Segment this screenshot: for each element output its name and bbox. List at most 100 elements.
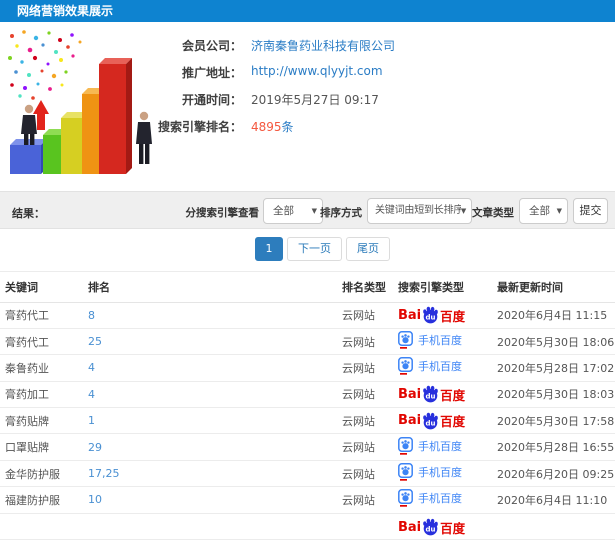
rank-link[interactable]: 1 <box>88 414 95 427</box>
rank-link[interactable]: 17,25 <box>88 467 120 480</box>
rank-type-cell: 云网站 <box>342 407 398 435</box>
engine-cell: Bai du 百度 <box>398 302 497 329</box>
rank-type-cell: 云网站 <box>342 328 398 356</box>
engine-cell: 手机百度 <box>398 486 497 514</box>
rank-type-cell: 云网站 <box>342 433 398 461</box>
mobile-baidu-icon <box>398 331 413 349</box>
updated-cell: 2020年5月30日 17:58 <box>497 407 615 435</box>
pagination: 1 下一页 尾页 <box>255 237 390 261</box>
member-company-label: 会员公司： <box>181 39 242 53</box>
rank-type-cell: 云网站 <box>342 381 398 409</box>
keyword-cell: 膏药贴牌 <box>0 407 88 435</box>
filter-bar: 结果： 分搜索引擎查看 全部 ▼ 排序方式 关键词由短到长排序 ▼ 文章类型 全部 ▼… <box>0 191 615 229</box>
rank-link[interactable]: 29 <box>88 441 102 454</box>
last-page-button[interactable]: 尾页 <box>346 237 390 261</box>
submit-button[interactable]: 提交 <box>573 198 608 224</box>
page-title: 网络营销效果展示 <box>17 4 114 18</box>
engine-cell: 手机百度 <box>398 354 497 382</box>
col-rank: 排名 <box>88 271 342 303</box>
svg-text:du: du <box>426 314 436 322</box>
rank-link[interactable]: 4 <box>88 361 95 374</box>
updated-cell: 2020年5月30日 18:06 <box>497 328 615 356</box>
promo-url-label: 推广地址： <box>181 66 242 80</box>
rank-link[interactable]: 8 <box>88 309 95 322</box>
bar-blue <box>10 139 47 174</box>
baidu-paw-icon: du <box>423 386 438 403</box>
mobile-baidu-icon <box>398 463 413 481</box>
keyword-cell: 金华防护服 <box>0 460 88 488</box>
keyword-cell: 秦鲁药业 <box>0 354 88 382</box>
mobile-baidu-logo: 手机百度 <box>398 436 462 455</box>
open-time-value: 2019年5月27日 09:17 <box>251 93 379 107</box>
table-body: 膏药代工 8 云网站 Bai du 百度 2020年6月4日 11:15 膏药代工 25 云网站手… <box>0 302 615 540</box>
mobile-baidu-logo: 手机百度 <box>398 463 462 481</box>
table-row-partial: Bai du 百度 <box>0 513 615 540</box>
sort-filter-label: 排序方式 <box>320 207 362 219</box>
col-engine-type: 搜索引擎类型 <box>398 271 497 303</box>
mobile-baidu-logo: 手机百度 <box>398 357 462 376</box>
updated-cell: 2020年5月28日 16:55 <box>497 433 615 461</box>
engine-filter-label: 分搜索引擎查看 <box>185 207 260 219</box>
rank-link[interactable]: 10 <box>88 493 102 506</box>
article-filter-label: 文章类型 <box>472 207 514 219</box>
mobile-baidu-icon <box>398 357 413 376</box>
rank-type-cell: 云网站 <box>342 486 398 514</box>
keyword-rank-table: 关键词 排名 排名类型 搜索引擎类型 最新更新时间 膏药代工 8 云网站 Bai du 百… <box>0 271 615 540</box>
promo-url-value[interactable]: http://www.qlyyjt.com <box>251 64 383 78</box>
engine-cell: 手机百度 <box>398 460 497 488</box>
mobile-baidu-icon <box>398 436 413 455</box>
engine-cell: 手机百度 <box>398 328 497 356</box>
baidu-paw-icon: du <box>423 412 438 430</box>
chevron-down-icon: ▼ <box>311 199 317 223</box>
rank-link[interactable]: 4 <box>88 388 95 401</box>
rank-cell: 8 <box>88 302 342 329</box>
rank-cell: 4 <box>88 381 342 409</box>
article-filter-select[interactable]: 全部 ▼ <box>519 198 568 224</box>
baidu-logo: Bai du 百度 <box>398 518 466 536</box>
rank-link[interactable]: 25 <box>88 335 102 348</box>
engine-rank-value: 4895条 <box>251 120 294 134</box>
member-company-value[interactable]: 济南秦鲁药业科技有限公司 <box>251 37 395 54</box>
updated-cell: 2020年6月20日 09:25 <box>497 460 615 488</box>
mobile-baidu-icon <box>398 489 413 508</box>
open-time-label: 开通时间： <box>181 93 242 107</box>
baidu-paw-icon: du <box>423 518 438 536</box>
table-row: 膏药贴牌 1 云网站 Bai du 百度 2020年5月30日 17:58 <box>0 407 615 435</box>
page-1-button[interactable]: 1 <box>255 237 283 261</box>
title-bar: 网络营销效果展示 <box>0 0 615 22</box>
next-page-button[interactable]: 下一页 <box>287 237 342 261</box>
table-header-row: 关键词 排名 排名类型 搜索引擎类型 最新更新时间 <box>0 271 615 303</box>
updated-cell: 2020年6月4日 11:15 <box>497 302 615 329</box>
mobile-baidu-logo: 手机百度 <box>398 331 462 349</box>
table-row: 金华防护服 17,25 云网站 手机百度 2020年6月20日 09:25 <box>0 460 615 488</box>
col-rank-type: 排名类型 <box>342 271 398 303</box>
sort-filter-select[interactable]: 关键词由短到长排序 ▼ <box>367 198 472 224</box>
rank-cell: 25 <box>88 328 342 356</box>
rank-cell: 4 <box>88 354 342 382</box>
keyword-cell: 膏药代工 <box>0 328 88 356</box>
rank-cell: 10 <box>88 486 342 514</box>
mobile-baidu-logo: 手机百度 <box>398 489 462 508</box>
keyword-cell: 膏药加工 <box>0 381 88 409</box>
table-row: 口罩贴牌 29 云网站 手机百度 2020年5月28日 16:55 <box>0 433 615 461</box>
table-row: 膏药代工 25 云网站 手机百度 2020年5月30日 18:06 <box>0 328 615 356</box>
baidu-logo: Bai du 百度 <box>398 386 466 403</box>
rank-cell: 29 <box>88 433 342 461</box>
chevron-down-icon: ▼ <box>556 199 562 223</box>
engine-filter-select[interactable]: 全部 ▼ <box>263 198 323 224</box>
keyword-cell: 膏药代工 <box>0 302 88 329</box>
engine-rank-label: 搜索引擎排名： <box>157 120 242 134</box>
rank-type-cell: 云网站 <box>342 460 398 488</box>
svg-text:du: du <box>426 526 436 534</box>
svg-text:du: du <box>426 393 436 401</box>
engine-cell: 手机百度 <box>398 433 497 461</box>
col-updated: 最新更新时间 <box>497 271 615 303</box>
engine-cell: Bai du 百度 <box>398 513 497 540</box>
table-row: 膏药代工 8 云网站 Bai du 百度 2020年6月4日 11:15 <box>0 302 615 329</box>
rank-type-cell: 云网站 <box>342 302 398 329</box>
chevron-down-icon: ▼ <box>460 199 466 223</box>
baidu-logo: Bai du 百度 <box>398 412 466 430</box>
keyword-cell: 福建防护服 <box>0 486 88 514</box>
rank-type-cell: 云网站 <box>342 354 398 382</box>
updated-cell: 2020年5月28日 17:02 <box>497 354 615 382</box>
